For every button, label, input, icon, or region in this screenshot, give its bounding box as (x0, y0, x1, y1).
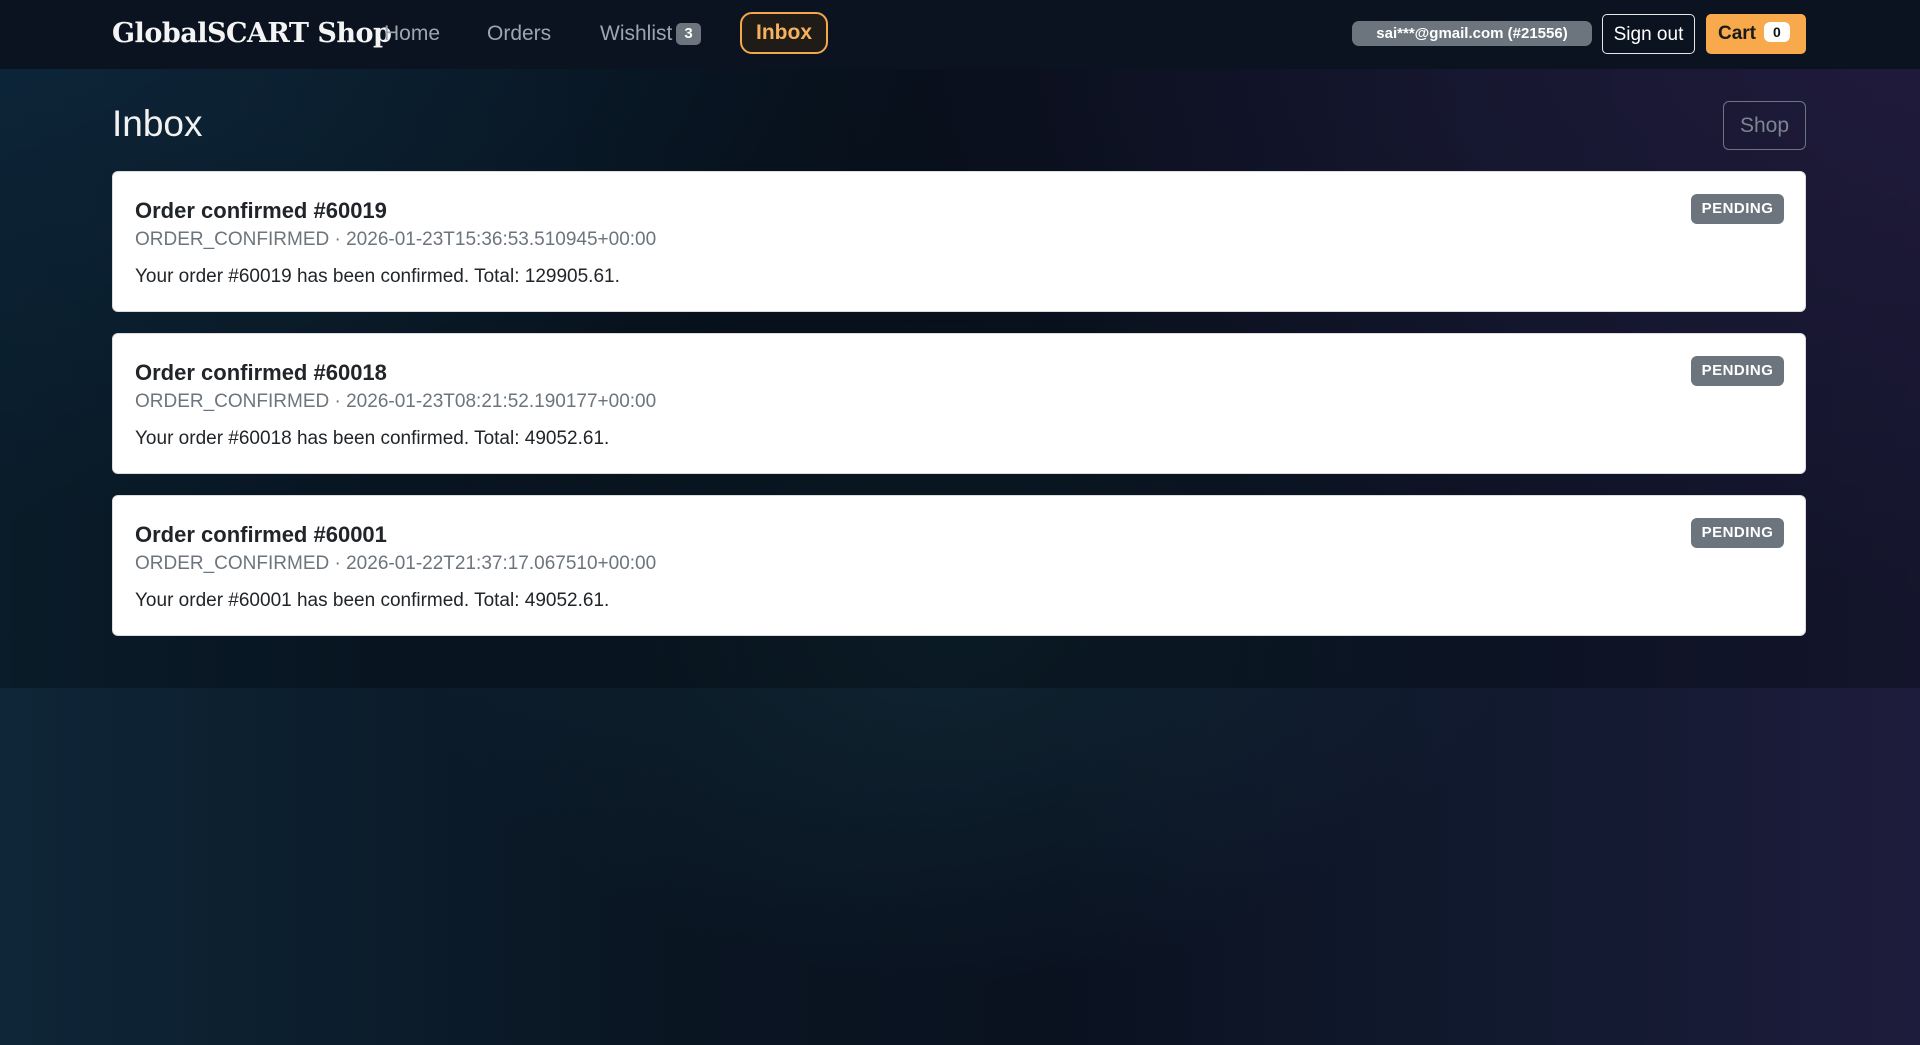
notification-body: Your order #60019 has been confirmed. To… (135, 266, 620, 287)
nav-link-inbox[interactable]: Inbox (740, 12, 828, 54)
notification-title: Order confirmed #60019 (135, 198, 387, 223)
cart-button-label: Cart (1718, 23, 1757, 44)
notification-body: Your order #60001 has been confirmed. To… (135, 590, 610, 611)
status-badge: PENDING (1691, 356, 1784, 386)
nav-link-wishlist-label: Wishlist (600, 22, 673, 45)
notification-meta: ORDER_CONFIRMED · 2026-01-22T21:37:17.06… (135, 553, 657, 574)
cart-button[interactable]: Cart 0 (1706, 14, 1806, 54)
sign-out-button[interactable]: Sign out (1602, 14, 1695, 54)
user-account-badge: sai***@gmail.com (#21556) (1352, 21, 1592, 46)
notification-card: Order confirmed #60018 ORDER_CONFIRMED ·… (112, 333, 1806, 474)
notification-card: Order confirmed #60019 ORDER_CONFIRMED ·… (112, 171, 1806, 312)
top-navbar: GlobalSCART Shop Home Orders Wishlist 3 I… (0, 0, 1920, 69)
notification-meta: ORDER_CONFIRMED · 2026-01-23T08:21:52.19… (135, 391, 657, 412)
status-badge: PENDING (1691, 518, 1784, 548)
wishlist-count-badge: 3 (676, 23, 701, 45)
brand-logo-link[interactable]: GlobalSCART Shop (112, 16, 392, 52)
notification-card: Order confirmed #60001 ORDER_CONFIRMED ·… (112, 495, 1806, 636)
cart-count-badge: 0 (1764, 22, 1790, 42)
notification-body: Your order #60018 has been confirmed. To… (135, 428, 610, 449)
nav-link-home[interactable]: Home (384, 18, 440, 50)
page-title: Inbox (112, 103, 203, 144)
nav-link-orders[interactable]: Orders (487, 18, 551, 50)
notification-title: Order confirmed #60018 (135, 360, 387, 385)
nav-link-wishlist[interactable]: Wishlist 3 (600, 18, 701, 50)
notification-meta: ORDER_CONFIRMED · 2026-01-23T15:36:53.51… (135, 229, 657, 250)
status-badge: PENDING (1691, 194, 1784, 224)
notification-title: Order confirmed #60001 (135, 522, 387, 547)
shop-button[interactable]: Shop (1723, 101, 1806, 150)
